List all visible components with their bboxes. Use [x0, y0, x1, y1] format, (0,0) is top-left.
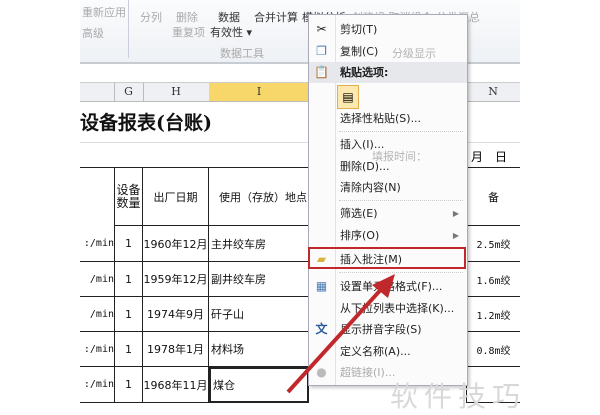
remark-cell[interactable]: 0.8m绞 — [466, 332, 520, 367]
spec-cell[interactable]: /min — [80, 262, 114, 297]
qty-cell[interactable]: 1 — [114, 297, 143, 332]
menu-item-paste-special[interactable]: 选择性粘贴(S)... — [309, 108, 467, 129]
paste-icon: 📋 — [314, 65, 329, 79]
spec-cell[interactable]: :/min — [80, 332, 114, 367]
menu-item-pick-from-list[interactable]: 从下拉列表中选择(K)... — [309, 298, 467, 319]
column-header-i[interactable]: I — [209, 83, 310, 101]
header-date: 出厂日期 — [143, 168, 209, 226]
group-outline-label: 分级显示 — [392, 47, 436, 60]
location-cell[interactable]: 矸子山 — [209, 297, 309, 332]
header-qty: 设备 数量 — [114, 168, 143, 226]
qty-cell[interactable]: 1 — [114, 367, 143, 403]
qty-cell[interactable]: 1 — [114, 226, 143, 262]
menu-item-clear-contents[interactable]: 清除内容(N) — [309, 177, 467, 198]
menu-item-sort[interactable]: 排序(O) ▶ — [309, 225, 467, 246]
menu-separator — [339, 200, 463, 201]
remove-duplicates-button[interactable]: 删除 — [176, 9, 198, 25]
menu-item-label: 显示拼音字段(S) — [340, 323, 422, 336]
menu-item-cut[interactable]: ✂ 剪切(T) — [309, 19, 467, 40]
location-cell-selected[interactable]: 煤仓 — [209, 367, 309, 403]
spec-cell[interactable]: :/min — [80, 367, 114, 403]
group-data-tools-label: 数据工具 — [220, 47, 264, 60]
date-cell[interactable]: 1978年1月 — [143, 332, 209, 367]
date-cell[interactable]: 1974年9月 — [143, 297, 209, 332]
month-label: 月 — [471, 150, 484, 164]
menu-item-label: 排序(O) — [340, 229, 380, 242]
filled-date-label: 填报时间： — [372, 150, 427, 163]
format-cells-icon: ▦ — [315, 279, 328, 293]
menu-item-label: 清除内容(N) — [340, 181, 401, 194]
menu-item-define-name[interactable]: 定义名称(A)... — [309, 341, 467, 362]
menu-item-phonetic[interactable]: 文显示拼音字段(S) — [309, 319, 467, 340]
date-cell[interactable]: 1960年12月 — [143, 226, 209, 262]
consolidate-button[interactable]: 合并计算 — [254, 9, 298, 25]
remark-cell[interactable]: 1.6m绞 — [466, 262, 520, 297]
phonetic-icon: 文 — [315, 322, 328, 336]
remove-duplicates-label: 重复项 — [172, 26, 205, 39]
menu-item-label: 从下拉列表中选择(K)... — [340, 302, 455, 315]
location-cell[interactable]: 主井绞车房 — [209, 226, 309, 262]
hyperlink-icon: ● — [316, 365, 327, 379]
highlight-box — [308, 247, 466, 269]
divider — [128, 0, 129, 58]
menu-header-paste-options: 📋 粘贴选项: — [309, 62, 467, 83]
copy-icon: ❐ — [316, 44, 327, 58]
context-menu: ✂ 剪切(T) ❐ 复制(C) 📋 粘贴选项: ▤ 选择性粘贴(S)... 插入(I)… — [308, 14, 468, 386]
date-cell[interactable]: 1959年12月 — [143, 262, 209, 297]
header-location: 使用（存放）地点 — [209, 168, 319, 226]
menu-item-filter[interactable]: 筛选(E) ▶ — [309, 203, 467, 224]
scissors-icon: ✂ — [316, 22, 327, 36]
column-header-f[interactable] — [80, 83, 115, 101]
qty-cell[interactable]: 1 — [114, 262, 143, 297]
menu-item-label: 筛选(E) — [340, 207, 378, 220]
submenu-arrow-icon: ▶ — [452, 209, 459, 218]
location-cell[interactable]: 材料场 — [209, 332, 309, 367]
reapply-button[interactable]: 重新应用 — [82, 4, 126, 20]
menu-item-format-cells[interactable]: ▦ 设置单元格格式(F)... — [309, 276, 467, 297]
advanced-button[interactable]: 高级 — [82, 25, 104, 41]
menu-item-label: 粘贴选项: — [340, 66, 389, 79]
header-remark: 备 — [466, 168, 520, 226]
menu-item-label: 剪切(T) — [340, 23, 378, 36]
location-cell[interactable]: 副井绞车房 — [209, 262, 309, 297]
submenu-arrow-icon: ▶ — [452, 231, 459, 240]
menu-item-label: 复制(C) — [340, 45, 379, 58]
remark-cell[interactable]: 1.2m绞 — [466, 297, 520, 332]
spec-cell[interactable]: :/min — [80, 226, 114, 262]
data-validation-dropdown[interactable]: 有效性 ▾ — [210, 24, 252, 40]
column-header-n[interactable]: N — [466, 83, 520, 101]
menu-item-copy[interactable]: ❐ 复制(C) — [309, 41, 467, 62]
spec-cell[interactable]: /min — [80, 297, 114, 332]
remark-cell[interactable]: 2.5m绞 — [466, 226, 520, 262]
menu-item-label: 定义名称(A)... — [340, 345, 411, 358]
sheet-title: 设备报表(台账) — [80, 112, 212, 134]
text-to-columns-button[interactable]: 分列 — [140, 9, 162, 25]
day-label: 日 — [495, 150, 508, 164]
column-header-g[interactable]: G — [114, 83, 144, 101]
menu-item-label: 设置单元格格式(F)... — [340, 280, 443, 293]
paste-button[interactable]: ▤ — [337, 85, 359, 109]
menu-item-label: 超链接(I)... — [340, 366, 396, 379]
column-header-h[interactable]: H — [143, 83, 210, 101]
date-cell[interactable]: 1968年11月 — [143, 367, 209, 403]
menu-separator — [339, 272, 463, 273]
qty-cell[interactable]: 1 — [114, 332, 143, 367]
menu-separator — [339, 131, 463, 132]
data-validation-button[interactable]: 数据 — [218, 9, 240, 25]
watermark: 软件技巧 — [390, 380, 527, 413]
menu-item-label: 选择性粘贴(S)... — [340, 112, 422, 125]
